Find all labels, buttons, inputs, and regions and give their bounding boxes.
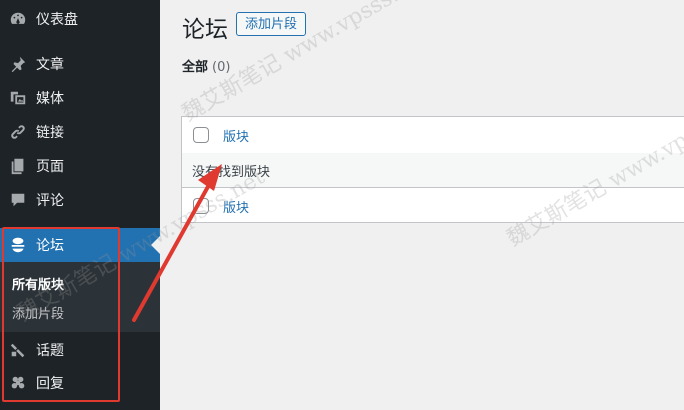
sidebar-item-label: 页面 [36, 159, 64, 175]
filter-all-link[interactable]: 全部 [182, 60, 208, 75]
filter-all-count: (0) [212, 60, 231, 75]
page-title: 论坛 [182, 17, 228, 43]
add-new-button[interactable]: 添加片段 [236, 12, 307, 36]
sidebar-item-posts[interactable]: 文章 [0, 47, 160, 81]
dashboard-icon [8, 9, 28, 29]
pin-icon [8, 54, 28, 74]
sidebar-item-dashboard[interactable]: 仪表盘 [0, 2, 160, 36]
sidebar-item-label: 文章 [36, 57, 64, 73]
media-icon [8, 88, 28, 108]
sidebar-item-label: 媒体 [36, 91, 64, 107]
table-footer-row: 版块 [182, 187, 684, 224]
no-items-row: 没有找到版块 [182, 153, 684, 187]
column-header-forum[interactable]: 版块 [223, 126, 249, 145]
sidebar-item-label: 链接 [36, 125, 64, 141]
sidebar-item-label: 仪表盘 [36, 12, 78, 28]
sidebar-item-label: 评论 [36, 193, 64, 209]
forums-table: 版块 没有找到版块 版块 [181, 116, 684, 223]
empty-message: 没有找到版块 [192, 164, 271, 180]
active-indicator [151, 236, 160, 254]
page-icon [8, 156, 28, 176]
highlight-box [2, 227, 120, 402]
select-all-checkbox-footer[interactable] [193, 198, 209, 214]
filter-views: 全部 (0) [182, 56, 230, 75]
select-all-checkbox[interactable] [193, 127, 209, 143]
table-header-row: 版块 [182, 117, 684, 154]
link-icon [8, 122, 28, 142]
sidebar-item-comments[interactable]: 评论 [0, 183, 160, 217]
sidebar-item-media[interactable]: 媒体 [0, 81, 160, 115]
column-footer-forum[interactable]: 版块 [223, 197, 249, 216]
comment-icon [8, 190, 28, 210]
sidebar-item-pages[interactable]: 页面 [0, 149, 160, 183]
sidebar-item-links[interactable]: 链接 [0, 115, 160, 149]
